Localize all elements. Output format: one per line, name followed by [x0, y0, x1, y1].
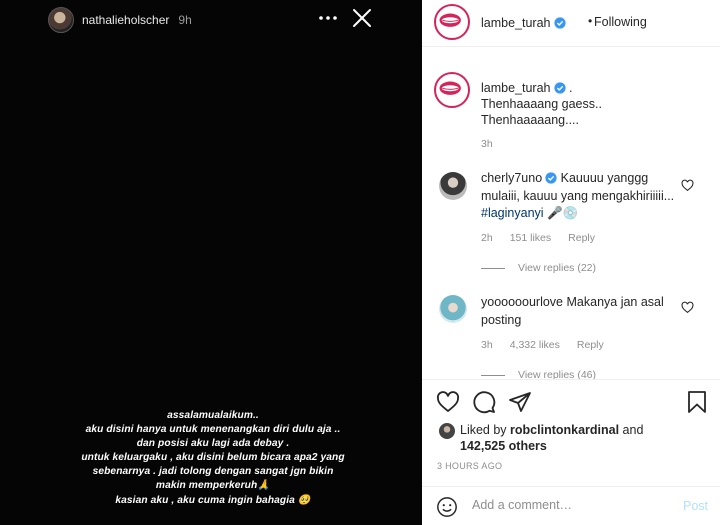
comment-like-heart-icon[interactable] [681, 179, 694, 192]
comment-avatar[interactable] [439, 295, 467, 323]
caption-username[interactable]: lambe_turah [481, 81, 551, 95]
header-username-text[interactable]: lambe_turah [481, 16, 551, 30]
replies-divider [481, 267, 505, 269]
verified-badge-icon [553, 82, 566, 94]
story-caption-line: aku disini hanya untuk menenangkan diri … [85, 424, 341, 436]
story-time: 9h [178, 13, 192, 27]
post-caption: lambe_turah . Thenhaaaang gaess.. Thenha… [481, 80, 602, 128]
following-button[interactable]: Following [594, 15, 647, 29]
close-icon[interactable] [351, 8, 373, 28]
caption-avatar[interactable] [434, 72, 470, 108]
comment-username[interactable]: cherly7uno [481, 171, 542, 185]
view-replies-label[interactable]: View replies (22) [518, 262, 596, 274]
comment-meta: 2h 151 likes Reply [481, 232, 612, 244]
reply-button[interactable]: Reply [568, 232, 595, 244]
post-comment-button[interactable]: Post [683, 499, 708, 513]
story-viewer: nathalieholscher 9h assalamualaikum.. ak… [0, 0, 422, 525]
story-username[interactable]: nathalieholscher [82, 13, 169, 27]
comment-emoji: 🎤💿 [543, 206, 579, 220]
caption-text: Thenhaaaang gaess.. [481, 97, 602, 111]
emoji-smiley-icon[interactable] [436, 496, 458, 518]
header-separator: • [588, 14, 593, 28]
liked-by: Liked by robclintonkardinal and 142,525 … [439, 422, 643, 454]
story-caption-line: dan posisi aku lagi ada debay . [136, 438, 290, 450]
lips-logo-avatar[interactable] [434, 4, 470, 40]
likes-count[interactable]: 142,525 others [460, 439, 547, 453]
more-options-icon[interactable] [317, 8, 339, 28]
liker-username[interactable]: robclintonkardinal [510, 423, 619, 437]
hashtag-link[interactable]: #laginyanyi [481, 206, 544, 220]
caption-time: 3h [481, 138, 493, 150]
like-heart-icon[interactable] [436, 390, 460, 414]
bookmark-icon[interactable] [685, 390, 709, 414]
story-caption-line: untuk keluargaku , aku disini belum bica… [81, 452, 345, 464]
add-comment-input[interactable] [472, 498, 662, 512]
comment-text: yoooooourlove Makanya jan asal posting [481, 294, 681, 329]
story-avatar[interactable] [48, 7, 74, 33]
verified-badge-icon [553, 17, 566, 29]
view-replies-label[interactable]: View replies (46) [518, 369, 596, 379]
comment-like-heart-icon[interactable] [681, 301, 694, 314]
comments-list[interactable]: lambe_turah . Thenhaaaang gaess.. Thenha… [422, 48, 720, 379]
liked-by-prefix: Liked by [460, 423, 511, 437]
story-caption-line: assalamualaikum.. [167, 410, 259, 421]
story-caption-line: kasian aku , aku cuma ingin bahagia 🥺 [115, 494, 311, 506]
reply-button[interactable]: Reply [577, 339, 604, 351]
view-replies-button[interactable]: View replies (46) [481, 369, 596, 379]
comment-text: cherly7uno Kauuuu yanggg mulaiii, kauuu … [481, 170, 681, 223]
share-paper-plane-icon[interactable] [508, 390, 532, 414]
add-comment-row: Post [422, 486, 720, 525]
view-replies-button[interactable]: View replies (22) [481, 262, 596, 274]
story-header: nathalieholscher 9h [48, 7, 192, 33]
comment-bubble-icon[interactable] [472, 390, 496, 414]
story-caption-line: makin memperkeruh🙏 [155, 480, 271, 492]
comment-likes[interactable]: 151 likes [510, 232, 551, 244]
comment-meta: 3h 4,332 likes Reply [481, 339, 621, 351]
comment-time: 2h [481, 232, 493, 244]
liked-by-text: Liked by robclintonkardinal and 142,525 … [460, 422, 643, 454]
replies-divider [481, 374, 505, 376]
comment-username[interactable]: yoooooourlove [481, 295, 563, 309]
liker-avatar[interactable] [439, 423, 455, 439]
caption-text: . [565, 81, 573, 95]
header-username[interactable]: lambe_turah [481, 16, 566, 30]
liked-by-and: and [619, 423, 644, 437]
story-caption-line: sebenarnya . jadi tolong dengan sangat j… [92, 466, 334, 478]
verified-badge-icon [545, 172, 557, 184]
post-timestamp[interactable]: 3 HOURS AGO [437, 461, 502, 471]
caption-text: Thenhaaaaang.... [481, 113, 579, 127]
post-panel: lambe_turah • Following lambe_turah . Th… [422, 0, 720, 525]
post-header: lambe_turah • Following [422, 0, 720, 47]
comment-likes[interactable]: 4,332 likes [510, 339, 560, 351]
post-actions: Liked by robclintonkardinal and 142,525 … [422, 379, 720, 525]
comment-avatar[interactable] [439, 172, 467, 200]
comment-time: 3h [481, 339, 493, 351]
story-caption: assalamualaikum.. aku disini hanya untuk… [52, 409, 374, 508]
